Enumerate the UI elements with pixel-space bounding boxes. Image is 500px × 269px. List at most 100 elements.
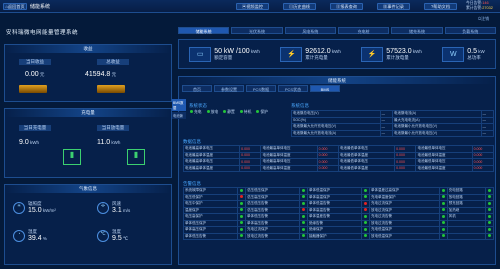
status-dot: [302, 195, 305, 199]
app-title: 储能系统: [30, 4, 51, 10]
power-icon: W: [442, 46, 465, 62]
status-dot: [441, 208, 445, 212]
history-curve-button[interactable]: ▤历史曲线: [283, 3, 316, 10]
status-dot: [488, 188, 491, 192]
stat-power: W 0.5 kW 总功率: [442, 46, 485, 62]
status-dot: [488, 221, 491, 225]
thermometer-icon: ℃: [97, 229, 109, 242]
status-dot: [364, 188, 367, 192]
status-dot: [441, 214, 445, 218]
status-dot: [488, 234, 491, 238]
system-tabs: 储能系统 光伏系统 风电系统 充电桩 储充系统 负载系统: [178, 27, 496, 35]
system-title: 安科瑞微电网能量管理系统: [6, 30, 79, 36]
charge-title: 充电量: [5, 109, 171, 117]
stats-row: ▭ 50 kW /100 kWh 额定容量 ⚡ 92612.0 kWh 累计充电量 ⚡ 5…: [178, 39, 496, 69]
temperature: ℃ 温度 9.5 ℃: [97, 229, 128, 242]
irradiance: ☀ 辐照度 15.0 kW/m²: [13, 201, 56, 214]
data-info-table: 电池最高单体电压 0.000 电池最高单体电压 0.000 电池最低单体电压 0.000 电…: [182, 145, 495, 172]
status-dot: [364, 221, 367, 225]
tab-storage[interactable]: 储能系统: [178, 27, 230, 34]
status-dot: [488, 195, 491, 199]
status-dot: [240, 234, 243, 238]
status-dot: [302, 214, 305, 218]
top-bar: ⌂返回首页 储能系统 ▣视频监控 ▤历史曲线 ▥报表查询 ▦事件记录 ?帮助文档…: [0, 0, 500, 13]
status-dot: [240, 227, 243, 231]
sys-state-title: 系统状态: [189, 103, 207, 108]
sys-info-title: 系统信息: [291, 103, 309, 108]
status-dot: [364, 208, 367, 212]
status-dot: [441, 227, 445, 231]
tab-wind[interactable]: 风电系统: [284, 27, 336, 34]
detail-tabs: 首页 参数设置 PCS数据 PCS状态 BMS: [179, 84, 495, 93]
tab-pcs-status[interactable]: PCS状态: [278, 85, 308, 92]
tab-params[interactable]: 参数设置: [214, 85, 244, 92]
sys-state-row: 充电 放电 静置 待机 保护: [189, 110, 268, 115]
status-dot: [240, 195, 243, 199]
status-dot: [240, 221, 243, 225]
report-query-button[interactable]: ▥报表查询: [330, 3, 363, 10]
status-dot: [488, 201, 491, 205]
status-dot: [488, 227, 491, 231]
status-dot: [302, 188, 305, 192]
sys-info-table: 电池簇总电压(V) — 电池簇电流(A) — SOC(%) — 最大充电电流(A) — 电池…: [291, 110, 495, 137]
status-dot: [364, 195, 367, 199]
discharge-icon: ⚡: [361, 46, 384, 62]
status-dot: [364, 227, 367, 231]
status-dot: [240, 214, 243, 218]
home-button[interactable]: ⌂返回首页: [3, 3, 27, 10]
tab-bms[interactable]: BMS: [310, 85, 340, 92]
alarm-table: 系统故障保护 总压低压保护 单体低温保护 单体温差过高保护 充电回路 电压低保护 总压高压保…: [183, 187, 494, 240]
logout-link[interactable]: ⏻注销: [478, 16, 489, 22]
status-dot: [240, 188, 243, 192]
status-dot: [302, 208, 305, 212]
wind-speed: ✣ 风速 3.1 m/s: [97, 201, 130, 214]
help-doc-button[interactable]: ?帮助文档: [424, 3, 457, 10]
charge-panel: 充电量 当日充电量 当日放电量 9.0 kWh 11.0 kWh ▮ ▮: [4, 108, 172, 178]
status-dot: [302, 227, 305, 231]
fan-icon: ✣: [97, 201, 109, 214]
charge-icon: ⚡: [280, 46, 303, 62]
status-dot: [488, 208, 491, 212]
weather-title: 气象信息: [5, 185, 171, 193]
total-alarm: 累计告警:27032: [466, 6, 493, 10]
side-cluster[interactable]: 电池簇: [172, 112, 186, 119]
battery-icon: ▭: [189, 46, 212, 62]
status-dot: [240, 208, 243, 212]
status-dot: [364, 234, 367, 238]
status-dot: [302, 234, 305, 238]
tab-load[interactable]: 负载系统: [444, 27, 496, 34]
status-dot: [302, 221, 305, 225]
coin-icon: [19, 85, 47, 93]
sun-icon: ☀: [13, 201, 25, 214]
income-panel: 收益 当日收益 总收益 0.00 元 41594.8 元: [4, 44, 172, 102]
coin-icon: [97, 85, 125, 93]
status-dot: [441, 195, 445, 199]
video-monitor-button[interactable]: ▣视频监控: [236, 3, 269, 10]
side-bms-data[interactable]: BMS数据: [172, 99, 186, 111]
stat-capacity: ▭ 50 kW /100 kWh 额定容量: [189, 46, 260, 62]
status-dot: [488, 214, 491, 218]
humidity: ◔ 湿度 39.4 %: [13, 229, 47, 242]
stat-charge: ⚡ 92612.0 kWh 累计充电量: [280, 46, 341, 62]
status-dot: [302, 201, 305, 205]
tab-home[interactable]: 首页: [182, 85, 212, 92]
droplet-icon: ◔: [13, 229, 25, 242]
tab-pcs-data[interactable]: PCS数据: [246, 85, 276, 92]
tab-pv[interactable]: 光伏系统: [231, 27, 283, 34]
stat-discharge: ⚡ 57523.0 kWh 累计放电量: [361, 46, 422, 62]
event-log-button[interactable]: ▦事件记录: [377, 3, 410, 10]
table-row: 电池最高单体温度 0.000 电池最高单体温度 0.000 电池最低单体温度 0.000 电…: [182, 164, 495, 172]
bms-side-menu: BMS数据 电池簇: [172, 99, 186, 119]
status-dot: [441, 201, 445, 205]
income-title: 收益: [5, 45, 171, 53]
battery-discharge-icon: ▮: [127, 149, 145, 165]
status-dot: [364, 214, 367, 218]
status-dot: [364, 201, 367, 205]
weather-panel: 气象信息 ☀ 辐照度 15.0 kW/m² ✣ 风速 3.1 m/s ◔ 湿度 39.4 %…: [4, 184, 172, 265]
tab-charger[interactable]: 充电桩: [337, 27, 390, 34]
battery-charge-icon: ▮: [63, 149, 81, 165]
status-dot: [441, 188, 445, 192]
storage-detail-panel: 储能系统 首页 参数设置 PCS数据 PCS状态 BMS BMS数据 电池簇 系…: [172, 76, 496, 265]
tab-storage-charge[interactable]: 储充系统: [391, 27, 443, 34]
status-dot: [441, 234, 445, 238]
